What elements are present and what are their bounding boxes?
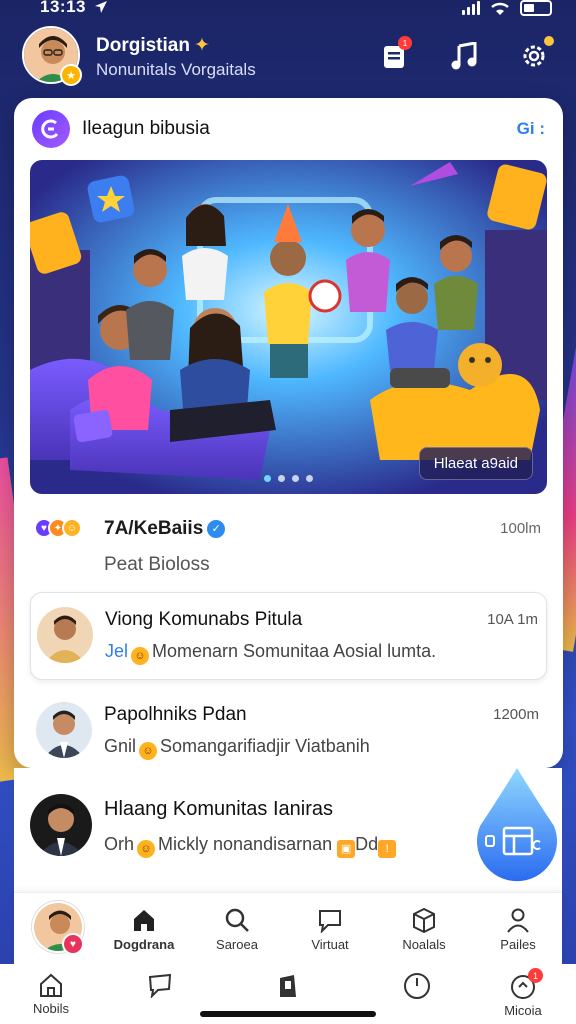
message-sender: Viong Komunabs Pitula [105, 609, 303, 630]
message-sender: Papolhniks Pdan [104, 704, 247, 725]
profile-badge-icon: ★ [60, 64, 82, 86]
more-button[interactable]: Gi : [517, 119, 545, 139]
message-time: 1200m [493, 706, 539, 723]
reaction-smile-icon: ☺ [62, 518, 82, 538]
home-filled-icon [134, 910, 154, 931]
avatar [37, 607, 93, 663]
location-arrow-icon [95, 1, 107, 13]
status-bar: 13:13 [0, 0, 576, 22]
reactions[interactable]: ♥ ✦ ☺ [34, 518, 82, 538]
tab-label: Noalals [402, 937, 446, 952]
heart-badge-icon: ♥ [62, 933, 84, 955]
smile-emoji-icon: ☺ [131, 647, 150, 665]
message-time: 10A 1m [487, 611, 538, 628]
music-button[interactable] [444, 36, 484, 76]
smile-emoji-icon: ☺ [137, 840, 156, 858]
wifi-icon [491, 2, 509, 15]
sys-home-button[interactable]: Nobils [16, 972, 86, 1016]
sys-label: Micoia [504, 1003, 542, 1018]
message-preview: Jel ☺ Momenarn Somunitaa Aosial lumta. [105, 641, 436, 665]
tab-virtual[interactable]: Virtuat [290, 903, 370, 952]
avatar [30, 794, 92, 856]
post-time: 100lm [500, 520, 541, 537]
tab-bar: ♥ Dogdrana Saroea Virtuat Noalals Pailes [14, 892, 562, 964]
settings-badge [544, 36, 554, 46]
battery-icon [520, 0, 552, 16]
message-preview: Orh ☺ Mickly nonandisarnan ▣ Dd! [104, 834, 397, 858]
sys-clipboard-button[interactable] [253, 972, 323, 1003]
chat-bubble-icon [319, 910, 341, 933]
signal-icon [462, 1, 480, 15]
notification-badge: 1 [398, 36, 412, 50]
tab-label: Pailes [500, 937, 536, 952]
banner-image [30, 160, 547, 494]
search-icon [225, 908, 249, 932]
box-icon [413, 907, 435, 933]
tab-home[interactable]: Dogdrana [104, 903, 184, 952]
person-icon [507, 908, 529, 933]
user-subtitle: Nonunitals Vorgaitals [96, 60, 256, 79]
clipboard-icon [280, 975, 296, 997]
sys-clock-button[interactable] [382, 972, 452, 1003]
alerts-badge: 1 [528, 968, 543, 983]
sys-alerts-button[interactable]: 1 Micoia [488, 968, 558, 1018]
tag-icon: ▣ [337, 839, 356, 858]
message-preview: Gnil ☺ Somangarifiadjir Viatbanih [104, 736, 370, 760]
droplet-store-icon [477, 768, 557, 882]
tab-profile[interactable]: Pailes [478, 903, 558, 952]
sys-message-button[interactable] [125, 972, 195, 1001]
avatar [36, 702, 92, 758]
tab-label: Saroea [216, 937, 258, 952]
post-subtitle: Peat Bioloss [104, 554, 210, 575]
post-header[interactable]: ♥ ✦ ☺ 7A/KeBaiis ✓ 100lm [34, 514, 545, 544]
tab-label: Dogdrana [113, 937, 175, 952]
message-icon [148, 973, 172, 999]
home-indicator[interactable] [200, 1011, 376, 1017]
message-item[interactable]: Viong Komunabs Pitula Jel ☺ Momenarn Somun… [30, 592, 547, 680]
sparkle-icon: ✦ [193, 35, 210, 56]
verified-icon: ✓ [207, 519, 226, 538]
tab-notifications[interactable]: Noalals [384, 903, 464, 952]
banner-carousel[interactable]: Hlaeat a9aid [30, 160, 547, 494]
post-title: 7A/KeBaiis ✓ [104, 518, 226, 540]
community-card: Ileagun bibusia Gi : Hlaeat a9aid ♥ ✦ ☺ … [14, 98, 563, 776]
community-logo-icon [32, 110, 70, 148]
user-name: Dorgistian ✦ [96, 35, 210, 56]
tag-icon: ! [378, 840, 397, 858]
gear-icon [523, 45, 545, 67]
message-sender: Hlaang Komunitas Ianiras [104, 798, 334, 820]
status-time: 13:13 [40, 0, 86, 16]
community-title: Ileagun bibusia [82, 118, 210, 139]
tab-label: Virtuat [311, 937, 349, 952]
app-header: ★ Dorgistian ✦ Nonunitals Vorgaitals 1 [22, 24, 554, 88]
notifications-button[interactable]: 1 [374, 36, 414, 76]
home-outline-icon [40, 973, 62, 997]
message-item[interactable]: Papolhniks Pdan Gnil ☺ Somangarifiadjir Vi… [30, 688, 547, 776]
settings-button[interactable] [514, 36, 554, 76]
smile-emoji-icon: ☺ [139, 742, 158, 760]
floating-action-button[interactable] [474, 766, 560, 888]
banner-tag[interactable]: Hlaeat a9aid [418, 447, 533, 480]
sys-label: Nobils [32, 1001, 70, 1016]
tab-search[interactable]: Saroea [197, 903, 277, 952]
clock-icon [404, 973, 430, 999]
music-note-icon [451, 42, 477, 70]
